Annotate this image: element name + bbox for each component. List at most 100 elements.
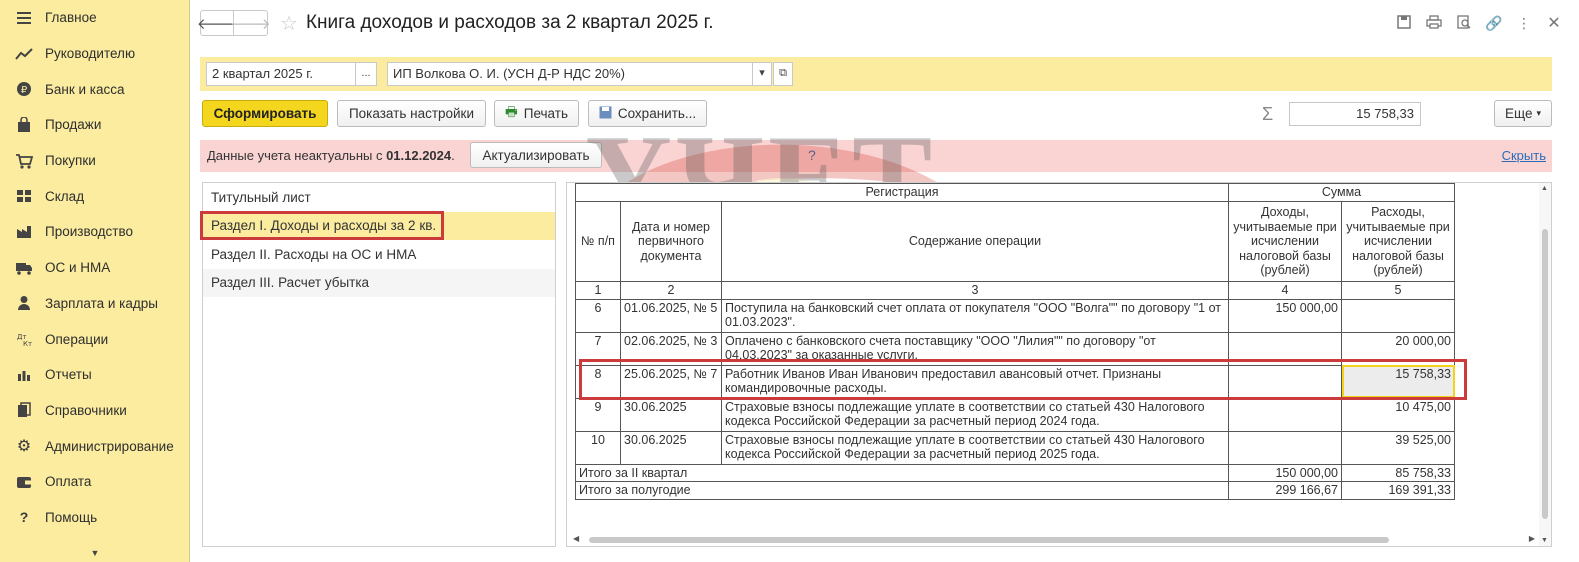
- sidebar-item-reports[interactable]: Отчеты: [0, 357, 189, 393]
- vertical-scrollbar[interactable]: ▲ ▼: [1539, 183, 1551, 546]
- more-vert-icon[interactable]: ⋮: [1509, 15, 1539, 32]
- header-sum: Сумма: [1228, 183, 1455, 202]
- report-area: Регистрация Сумма № п/п Дата и номер пер…: [566, 182, 1552, 547]
- cell-content: Страховые взносы подлежащие уплате в соо…: [721, 430, 1229, 465]
- generate-button[interactable]: Сформировать: [202, 100, 328, 127]
- warehouse-icon: [14, 188, 34, 204]
- cell-num: 6: [575, 298, 621, 333]
- sidebar: Главное Руководителю ₽ Банк и касса Прод…: [0, 0, 190, 562]
- svg-text:₽: ₽: [21, 85, 28, 96]
- forward-button[interactable]: 🡒: [230, 10, 271, 36]
- menu-icon: [14, 10, 34, 26]
- total-row-quarter[interactable]: Итого за II квартал 150 000,00 85 758,33: [575, 463, 1455, 482]
- section-1[interactable]: Раздел I. Доходы и расходы за 2 кв.: [203, 211, 555, 240]
- star-icon[interactable]: ☆: [280, 11, 298, 36]
- params-panel: 2 квартал 2025 г. ... ИП Волкова О. И. (…: [200, 57, 1552, 91]
- save-icon[interactable]: [1389, 14, 1419, 32]
- refresh-button[interactable]: Актуализировать: [470, 142, 602, 168]
- organization-dropdown[interactable]: ▾: [752, 62, 772, 86]
- sidebar-item-payment[interactable]: Оплата: [0, 464, 189, 500]
- organization-field[interactable]: ИП Волкова О. И. (УСН Д-Р НДС 20%): [387, 62, 753, 86]
- cell-num: 10: [575, 430, 621, 465]
- back-button[interactable]: 🡐: [197, 10, 237, 36]
- total-half-income: 299 166,67: [1228, 481, 1342, 500]
- bag-icon: [14, 116, 34, 133]
- scroll-up-icon[interactable]: ▲: [1541, 185, 1548, 192]
- show-settings-button[interactable]: Показать настройки: [337, 100, 486, 127]
- sidebar-item-warehouse[interactable]: Склад: [0, 178, 189, 214]
- total-quarter-income: 150 000,00: [1228, 463, 1342, 482]
- table-row[interactable]: 10 30.06.2025 Страховые взносы подлежащи…: [575, 430, 1455, 465]
- table-row[interactable]: 9 30.06.2025 Страховые взносы подлежащие…: [575, 397, 1455, 432]
- organization-open-button[interactable]: ⧉: [773, 62, 793, 86]
- cell-expense: 10 475,00: [1341, 397, 1455, 432]
- window-header: 🡐 🡒 ☆ Книга доходов и расходов за 2 квар…: [197, 8, 1569, 38]
- stale-data-alert: Данные учета неактуальны с 01.12.2024. А…: [200, 140, 1552, 172]
- total-row-half[interactable]: Итого за полугодие 299 166,67 169 391,33: [575, 481, 1455, 500]
- factory-icon: [14, 224, 34, 240]
- sidebar-item-label: Администрирование: [45, 438, 174, 454]
- total-quarter-label: Итого за II квартал: [575, 463, 1229, 482]
- sidebar-item-help[interactable]: ? Помощь: [0, 500, 189, 536]
- col-number: 5: [1341, 281, 1455, 300]
- close-icon[interactable]: ✕: [1539, 13, 1569, 33]
- print-button[interactable]: 🖶 Печать: [494, 100, 579, 127]
- alert-text: Данные учета неактуальны с: [207, 148, 387, 163]
- print-icon[interactable]: [1419, 14, 1449, 32]
- sections-list: Титульный лист Раздел I. Доходы и расход…: [200, 182, 556, 547]
- more-button[interactable]: Еще ▾: [1494, 100, 1552, 127]
- link-icon[interactable]: 🔗: [1479, 15, 1509, 32]
- sidebar-item-directories[interactable]: Справочники: [0, 393, 189, 429]
- sidebar-item-salary[interactable]: Зарплата и кадры: [0, 286, 189, 322]
- sidebar-item-label: Главное: [45, 10, 97, 26]
- cart-icon: [14, 153, 34, 169]
- scroll-right-icon[interactable]: ▶: [1529, 534, 1535, 543]
- wallet-icon: [14, 474, 34, 490]
- chevron-down-icon[interactable]: ▼: [0, 548, 190, 558]
- cell-content: Страховые взносы подлежащие уплате в соо…: [721, 397, 1229, 432]
- sidebar-item-purchases[interactable]: Покупки: [0, 143, 189, 179]
- period-select-button[interactable]: ...: [355, 62, 377, 86]
- cell-num: 9: [575, 397, 621, 432]
- sidebar-item-admin[interactable]: ⚙ Администрирование: [0, 428, 189, 464]
- cell-income: [1228, 430, 1342, 465]
- period-field[interactable]: 2 квартал 2025 г.: [206, 62, 356, 86]
- floppy-icon: [599, 106, 612, 122]
- hide-link[interactable]: Скрыть: [1502, 148, 1546, 163]
- chevron-down-icon: ▾: [1536, 108, 1541, 118]
- scroll-left-icon[interactable]: ◀: [573, 534, 579, 543]
- cell-expense: [1341, 298, 1455, 333]
- sidebar-item-label: Банк и касса: [45, 81, 125, 97]
- table-row[interactable]: 7 02.06.2025, № 3 Оплачено с банковского…: [575, 331, 1455, 366]
- scroll-thumb[interactable]: [589, 537, 1389, 543]
- sidebar-item-operations[interactable]: Дт Кт Операции: [0, 321, 189, 357]
- scroll-thumb[interactable]: [1542, 229, 1548, 519]
- sidebar-item-main[interactable]: Главное: [0, 0, 189, 36]
- cell-expense-selected[interactable]: 15 758,33: [1341, 364, 1455, 399]
- total-quarter-expense: 85 758,33: [1341, 463, 1455, 482]
- selection-total: 15 758,33: [1289, 102, 1421, 126]
- table-row[interactable]: 6 01.06.2025, № 5 Поступила на банковски…: [575, 298, 1455, 333]
- preview-icon[interactable]: [1449, 14, 1479, 32]
- sidebar-item-bank[interactable]: ₽ Банк и касса: [0, 71, 189, 107]
- sidebar-item-assets[interactable]: ОС и НМА: [0, 250, 189, 286]
- section-title-page[interactable]: Титульный лист: [203, 183, 555, 212]
- help-link[interactable]: ?: [808, 147, 816, 163]
- sidebar-item-manager[interactable]: Руководителю: [0, 36, 189, 72]
- scroll-down-icon[interactable]: ▼: [1541, 537, 1548, 544]
- save-button[interactable]: Сохранить...: [588, 100, 707, 127]
- sidebar-item-sales[interactable]: Продажи: [0, 107, 189, 143]
- horizontal-scrollbar[interactable]: ◀ ▶: [567, 534, 1539, 546]
- cell-date: 30.06.2025: [620, 430, 722, 465]
- cell-date: 02.06.2025, № 3: [620, 331, 722, 366]
- table-row[interactable]: 8 25.06.2025, № 7 Работник Иванов Иван И…: [575, 364, 1455, 399]
- sidebar-item-label: Отчеты: [45, 367, 92, 383]
- sidebar-item-production[interactable]: Производство: [0, 214, 189, 250]
- sigma-icon: Σ: [1262, 104, 1274, 124]
- section-2[interactable]: Раздел II. Расходы на ОС и НМА: [203, 240, 555, 269]
- total-half-expense: 169 391,33: [1341, 481, 1455, 500]
- header-tools: 🔗 ⋮ ✕: [1389, 8, 1569, 38]
- header-content: Содержание операции: [721, 201, 1229, 282]
- section-3[interactable]: Раздел III. Расчет убытка: [203, 268, 555, 297]
- dropdown-arrow-icon: ▾: [759, 67, 765, 79]
